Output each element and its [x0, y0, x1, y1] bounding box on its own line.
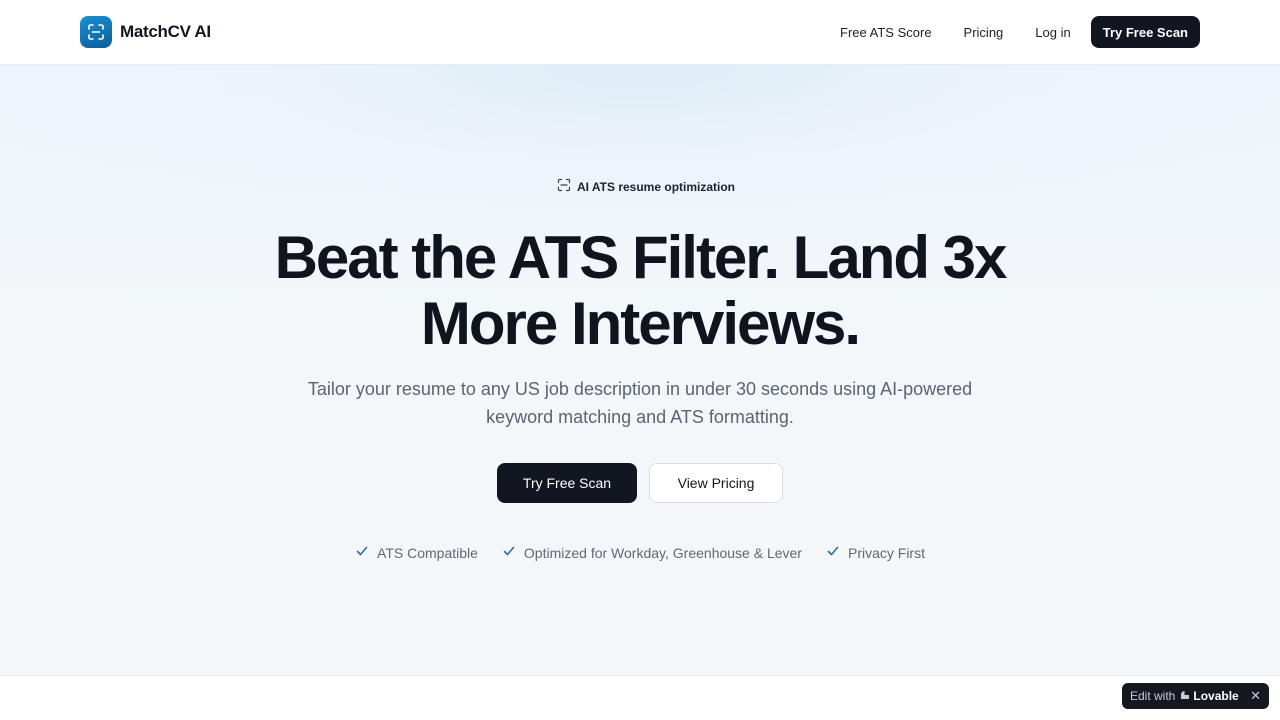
hero-headline-line-1: Beat the ATS Filter. Land 3x: [274, 224, 1008, 291]
feature-item-privacy-first: Privacy First: [826, 544, 925, 563]
scan-icon: [557, 178, 571, 197]
logo-link[interactable]: MatchCV AI: [80, 16, 211, 48]
page: MatchCV AI Free ATS Score Pricing Log in…: [0, 0, 1280, 720]
edit-with-lovable-badge[interactable]: Edit with Lovable ✕: [1122, 683, 1269, 709]
hero-view-pricing-button[interactable]: View Pricing: [649, 463, 783, 503]
next-section-edge: [0, 675, 1280, 720]
feature-label: Optimized for Workday, Greenhouse & Leve…: [523, 545, 802, 561]
hero-section: AI ATS resume optimization Beat the ATS …: [0, 65, 1280, 675]
nav-login[interactable]: Log in: [1035, 25, 1070, 40]
nav-pricing[interactable]: Pricing: [964, 25, 1004, 40]
feature-list: ATS Compatible Optimized for Workday, Gr…: [0, 543, 1280, 563]
hero-badge-text: AI ATS resume optimization: [577, 180, 736, 194]
hero-try-free-scan-button[interactable]: Try Free Scan: [497, 463, 637, 503]
feature-label: ATS Compatible: [377, 545, 478, 561]
feature-item-ats-compatible: ATS Compatible: [355, 544, 478, 563]
hero-headline: Beat the ATS Filter. Land 3x More Interv…: [240, 225, 1040, 357]
site-header: MatchCV AI Free ATS Score Pricing Log in…: [0, 0, 1280, 65]
feature-label: Privacy First: [847, 545, 925, 561]
lovable-brand-text: Lovable: [1193, 689, 1239, 703]
main-nav: Free ATS Score Pricing Log in Try Free S…: [840, 16, 1200, 48]
hero-subheading-line-1: Tailor your resume to any US job descrip…: [307, 379, 973, 399]
lovable-heart-icon: [1180, 689, 1190, 703]
lovable-edit-label: Edit with: [1130, 689, 1176, 703]
check-icon: [826, 544, 840, 563]
nav-try-free-scan-button[interactable]: Try Free Scan: [1090, 16, 1200, 48]
feature-item-optimized-ats: Optimized for Workday, Greenhouse & Leve…: [502, 544, 802, 563]
hero-badge: AI ATS resume optimization: [553, 176, 739, 198]
scan-logo-icon: [80, 16, 112, 48]
lovable-brand: Lovable: [1180, 689, 1239, 703]
check-icon: [502, 544, 516, 563]
hero-subheading: Tailor your resume to any US job descrip…: [290, 375, 990, 431]
hero-headline-line-2: More Interviews.: [420, 290, 861, 357]
brand-name: MatchCV AI: [120, 22, 211, 41]
hero-subheading-line-2: keyword matching and ATS formatting.: [486, 407, 794, 427]
check-icon: [355, 544, 369, 563]
nav-free-ats-score[interactable]: Free ATS Score: [840, 25, 932, 40]
close-icon[interactable]: ✕: [1250, 688, 1261, 704]
